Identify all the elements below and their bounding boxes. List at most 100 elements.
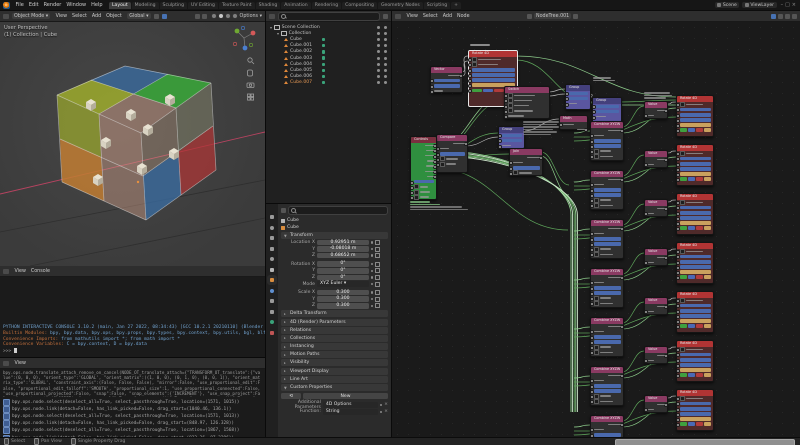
transform-field[interactable]: 0.68652 m — [317, 252, 369, 259]
remove-icon[interactable]: × — [384, 402, 388, 407]
node-title[interactable]: Rotate 4D — [469, 51, 517, 57]
viewport-3d[interactable]: User Perspective (1) Collection | Cube — [0, 22, 265, 266]
disable-render-icon[interactable] — [384, 25, 387, 29]
input-socket[interactable] — [675, 178, 680, 183]
lock-icon[interactable] — [375, 268, 380, 274]
tab-modeling[interactable]: Modeling — [131, 1, 159, 9]
disable-render-icon[interactable] — [384, 68, 387, 72]
filter-funnel-icon[interactable] — [383, 13, 388, 19]
input-socket[interactable] — [409, 196, 414, 201]
input-socket[interactable] — [675, 129, 680, 134]
hide-viewport-icon[interactable] — [377, 50, 380, 54]
tab-animation[interactable]: Animation — [281, 1, 311, 9]
disable-render-icon[interactable] — [384, 44, 387, 48]
input-socket[interactable] — [508, 171, 513, 176]
menu-file[interactable]: File — [13, 2, 26, 8]
node-combine-xyzw[interactable]: Combine XYZW — [589, 219, 625, 259]
disable-render-icon[interactable] — [384, 31, 387, 35]
output-socket[interactable] — [620, 129, 625, 134]
hide-viewport-icon[interactable] — [377, 44, 380, 48]
viewport-menu-add[interactable]: Add — [89, 14, 103, 19]
viewport-menu-view[interactable]: View — [53, 14, 69, 19]
node-compare[interactable]: Compare — [435, 134, 469, 173]
prop-tab-3[interactable] — [269, 246, 275, 252]
input-socket[interactable] — [675, 227, 680, 232]
panel-4d-render-parameters[interactable]: ▸ 4D (Render) Parameters — [281, 318, 388, 326]
transform-field[interactable]: 0° — [317, 268, 369, 274]
transform-field[interactable]: 0° — [317, 274, 369, 281]
transform-field[interactable]: 0.92951 m — [317, 239, 369, 246]
menu-render[interactable]: Render — [41, 2, 64, 8]
snapping-magnet-icon[interactable] — [778, 13, 783, 19]
lock-icon[interactable] — [375, 296, 380, 302]
options-menu[interactable]: Options ▾ — [240, 14, 262, 19]
node-rotate-4d[interactable]: Rotate 4D — [675, 144, 714, 186]
custom-prop-sync-button[interactable]: ⟲ — [281, 393, 301, 400]
shading-wireframe-icon[interactable] — [210, 13, 217, 19]
tab-geometry-nodes[interactable]: Geometry Nodes — [377, 1, 423, 9]
console-body[interactable]: PYTHON INTERACTIVE CONSOLE 3.10.2 (main,… — [0, 277, 265, 357]
node-rotate-4d[interactable]: Rotate 4D — [675, 340, 714, 382]
animate-dot[interactable] — [379, 410, 383, 414]
node-value[interactable]: Value — [643, 297, 669, 315]
node-join[interactable]: Join — [508, 148, 544, 176]
node-combine-xyzw[interactable]: Combine XYZW — [589, 268, 625, 308]
input-socket[interactable] — [467, 89, 472, 94]
tab-texture-paint[interactable]: Texture Paint — [218, 1, 255, 9]
node-math[interactable]: Math — [558, 115, 589, 133]
shading-material-icon[interactable] — [224, 13, 231, 19]
input-socket[interactable] — [589, 155, 594, 160]
animate-dot[interactable] — [371, 247, 374, 251]
tab-scripting[interactable]: Scripting — [423, 1, 451, 9]
prop-tab-5[interactable] — [269, 267, 275, 273]
node-canvas[interactable]: Vector Rotate 4D Switch Group Group Math Group… — [392, 22, 800, 437]
prop-tab-1[interactable] — [269, 225, 275, 231]
node-title[interactable]: Controls — [411, 137, 436, 143]
shading-mode-buttons[interactable] — [210, 13, 238, 19]
lock-icon[interactable] — [375, 239, 380, 245]
panel-viewport-display[interactable]: ▸ Viewport Display — [281, 367, 388, 375]
hide-viewport-icon[interactable] — [377, 75, 380, 79]
node-rotate-4d[interactable]: Rotate 4D — [675, 95, 714, 137]
add-workspace-button[interactable]: + — [451, 1, 462, 9]
output-socket[interactable] — [433, 170, 438, 175]
output-socket[interactable] — [433, 159, 438, 164]
menu-window[interactable]: Window — [64, 2, 89, 8]
properties-search-input[interactable] — [288, 206, 388, 215]
node-combine-xyzw[interactable]: Combine XYZW — [589, 317, 625, 357]
custom-prop-value[interactable]: 4D Options — [322, 402, 378, 408]
properties-nav-icon[interactable] — [281, 208, 286, 213]
panel-custom-properties[interactable]: ▼ Custom Properties — [281, 384, 388, 391]
disable-render-icon[interactable] — [384, 75, 387, 79]
output-socket[interactable] — [433, 149, 438, 154]
overlays-dropdown-icon[interactable] — [785, 13, 790, 19]
blender-logo-icon[interactable] — [3, 1, 10, 9]
custom-prop-value[interactable]: String — [322, 409, 378, 415]
transform-field[interactable]: 0.300 — [317, 289, 369, 296]
tab-uv-editing[interactable]: UV Editing — [187, 1, 218, 9]
lock-icon[interactable] — [375, 290, 380, 296]
transform-field[interactable]: 0.300 — [317, 303, 369, 309]
prop-tab-8[interactable] — [269, 298, 275, 304]
info-log-entry[interactable]: bpy.ops.node.link(detach=False, has_link… — [3, 420, 262, 428]
animate-dot[interactable] — [371, 241, 374, 244]
node-title[interactable]: Rotate 4D — [677, 292, 713, 298]
node-vector[interactable]: Vector — [429, 66, 464, 94]
tab-compositing[interactable]: Compositing — [342, 1, 377, 9]
panel-collections[interactable]: ▸ Collections — [281, 334, 388, 342]
output-socket[interactable] — [664, 256, 669, 261]
node-title[interactable]: Rotate 4D — [677, 194, 713, 200]
tab-shading[interactable]: Shading — [255, 1, 281, 9]
output-socket[interactable] — [464, 142, 469, 147]
hide-viewport-icon[interactable] — [377, 62, 380, 66]
transform-field[interactable]: -0.08018 m — [317, 246, 369, 252]
input-socket[interactable] — [675, 325, 680, 330]
node-combine-xyzw[interactable]: Combine XYZW — [589, 415, 625, 437]
editor-options-icon[interactable] — [792, 13, 797, 19]
node-title[interactable]: Math — [560, 116, 587, 122]
output-socket[interactable] — [664, 305, 669, 310]
output-socket[interactable] — [620, 325, 625, 330]
input-socket[interactable] — [675, 374, 680, 379]
console-menu-console[interactable]: Console — [28, 269, 52, 274]
menu-help[interactable]: Help — [89, 2, 105, 8]
